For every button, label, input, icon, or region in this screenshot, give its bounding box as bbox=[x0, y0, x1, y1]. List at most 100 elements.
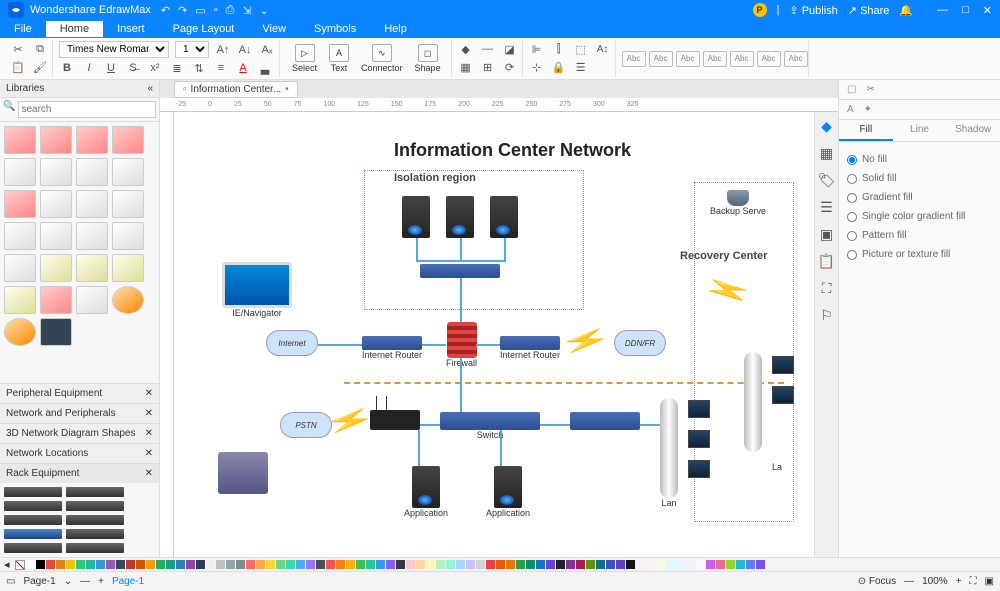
menu-home[interactable]: Home bbox=[46, 21, 103, 37]
undo-icon[interactable]: ↶ bbox=[161, 4, 170, 17]
server-3[interactable] bbox=[490, 196, 518, 238]
tab-fill[interactable]: Fill bbox=[839, 120, 893, 141]
style-swatch[interactable]: Abc bbox=[703, 51, 727, 67]
menu-insert[interactable]: Insert bbox=[103, 21, 159, 37]
rotate-icon[interactable]: ⟳ bbox=[502, 60, 518, 76]
size-icon[interactable]: ⬚ bbox=[573, 41, 589, 57]
internet-router-2[interactable]: Internet Router bbox=[500, 336, 560, 360]
color-swatch[interactable] bbox=[246, 560, 255, 569]
italic-icon[interactable]: I bbox=[81, 60, 97, 76]
color-swatch[interactable] bbox=[566, 560, 575, 569]
shadow-icon[interactable]: ◪ bbox=[502, 41, 518, 57]
color-swatch[interactable] bbox=[616, 560, 625, 569]
isolation-label[interactable]: Isolation region bbox=[394, 172, 476, 184]
tablet[interactable]: IE/Navigator bbox=[222, 262, 292, 318]
prop-crop-icon[interactable]: ✂ bbox=[866, 84, 874, 95]
color-swatch[interactable] bbox=[696, 560, 705, 569]
prop-shape-icon[interactable]: ▢ bbox=[847, 84, 856, 95]
color-swatch[interactable] bbox=[396, 560, 405, 569]
shape-item[interactable] bbox=[112, 190, 144, 218]
wifi-router[interactable] bbox=[370, 410, 420, 430]
color-swatch[interactable] bbox=[146, 560, 155, 569]
color-swatch[interactable] bbox=[386, 560, 395, 569]
category-3d[interactable]: 3D Network Diagram Shapes✕ bbox=[0, 423, 159, 443]
style-swatch[interactable]: Abc bbox=[757, 51, 781, 67]
close-icon[interactable]: ✕ bbox=[983, 4, 992, 17]
ddn-cloud[interactable]: DDN/FR bbox=[614, 330, 666, 356]
color-swatch[interactable] bbox=[156, 560, 165, 569]
color-swatch[interactable] bbox=[486, 560, 495, 569]
color-swatch[interactable] bbox=[366, 560, 375, 569]
color-swatch[interactable] bbox=[196, 560, 205, 569]
layer-icon[interactable]: ☰ bbox=[573, 60, 589, 76]
color-swatch[interactable] bbox=[226, 560, 235, 569]
color-swatch[interactable] bbox=[496, 560, 505, 569]
shape-item[interactable] bbox=[4, 126, 36, 154]
superscript-icon[interactable]: x² bbox=[147, 60, 163, 76]
menu-help[interactable]: Help bbox=[370, 21, 421, 37]
color-swatch[interactable] bbox=[516, 560, 525, 569]
page-link[interactable]: Page-1 bbox=[112, 576, 144, 587]
zoom-out-icon[interactable]: — bbox=[904, 576, 914, 587]
opt-nofill[interactable]: No fill bbox=[847, 150, 992, 169]
color-swatch[interactable] bbox=[176, 560, 185, 569]
switch[interactable]: Switch bbox=[440, 412, 540, 440]
color-swatch[interactable] bbox=[666, 560, 675, 569]
app-server-2[interactable]: Application bbox=[486, 466, 530, 518]
color-swatch[interactable] bbox=[216, 560, 225, 569]
prop-effects-icon[interactable]: ✦ bbox=[864, 104, 872, 115]
shape-item[interactable] bbox=[4, 254, 36, 282]
isolation-region-box[interactable] bbox=[364, 170, 584, 310]
pc-3[interactable] bbox=[688, 460, 710, 478]
align-icon[interactable]: ≡ bbox=[213, 60, 229, 76]
printer[interactable] bbox=[218, 452, 268, 494]
menu-pagelayout[interactable]: Page Layout bbox=[159, 21, 249, 37]
fontsize-select[interactable]: 12 bbox=[175, 41, 209, 58]
color-swatch[interactable] bbox=[606, 560, 615, 569]
shape-item[interactable] bbox=[76, 126, 108, 154]
color-swatch[interactable] bbox=[86, 560, 95, 569]
rack-item[interactable] bbox=[66, 543, 124, 553]
color-swatch[interactable] bbox=[336, 560, 345, 569]
arrange-icon[interactable]: ▦ bbox=[458, 60, 474, 76]
style-swatch[interactable]: Abc bbox=[730, 51, 754, 67]
rack-item[interactable] bbox=[4, 529, 62, 539]
color-swatch[interactable] bbox=[686, 560, 695, 569]
color-swatch[interactable] bbox=[456, 560, 465, 569]
color-swatch[interactable] bbox=[76, 560, 85, 569]
color-swatch[interactable] bbox=[26, 560, 35, 569]
color-swatch[interactable] bbox=[736, 560, 745, 569]
expand-icon[interactable]: ⛶ bbox=[822, 280, 832, 297]
pc-2[interactable] bbox=[688, 430, 710, 448]
publish-button[interactable]: ⇪ Publish bbox=[789, 4, 837, 17]
opt-picture[interactable]: Picture or texture fill bbox=[847, 245, 992, 264]
no-color-swatch[interactable] bbox=[15, 560, 25, 570]
color-swatch[interactable] bbox=[106, 560, 115, 569]
lock-icon[interactable]: 🔒 bbox=[551, 60, 567, 76]
shape-item[interactable] bbox=[40, 158, 72, 186]
zoom-in-icon[interactable]: + bbox=[956, 576, 962, 587]
export-icon[interactable]: ⇲ bbox=[242, 4, 251, 17]
rack-item[interactable] bbox=[66, 515, 124, 525]
tag-icon[interactable]: 🏷 bbox=[818, 172, 836, 189]
open-icon[interactable]: ▭ bbox=[195, 4, 205, 17]
color-swatch[interactable] bbox=[266, 560, 275, 569]
menu-symbols[interactable]: Symbols bbox=[300, 21, 370, 37]
color-swatch[interactable] bbox=[706, 560, 715, 569]
shape-item[interactable] bbox=[40, 254, 72, 282]
shape-item[interactable] bbox=[40, 190, 72, 218]
shape-item[interactable] bbox=[4, 318, 36, 346]
color-swatch[interactable] bbox=[286, 560, 295, 569]
pc-5[interactable] bbox=[772, 386, 794, 404]
shape-item[interactable] bbox=[112, 222, 144, 250]
canvas[interactable]: Information Center Network Isolation reg… bbox=[174, 112, 814, 557]
isolation-hub[interactable] bbox=[420, 264, 500, 278]
shape-item[interactable] bbox=[112, 126, 144, 154]
internet-cloud[interactable]: Internet bbox=[266, 330, 318, 356]
category-peripheral[interactable]: Peripheral Equipment✕ bbox=[0, 383, 159, 403]
highlight-icon[interactable]: ▃ bbox=[257, 60, 273, 76]
color-swatch[interactable] bbox=[746, 560, 755, 569]
tab-line[interactable]: Line bbox=[893, 120, 947, 141]
redo-icon[interactable]: ↷ bbox=[178, 4, 187, 17]
color-swatch[interactable] bbox=[56, 560, 65, 569]
